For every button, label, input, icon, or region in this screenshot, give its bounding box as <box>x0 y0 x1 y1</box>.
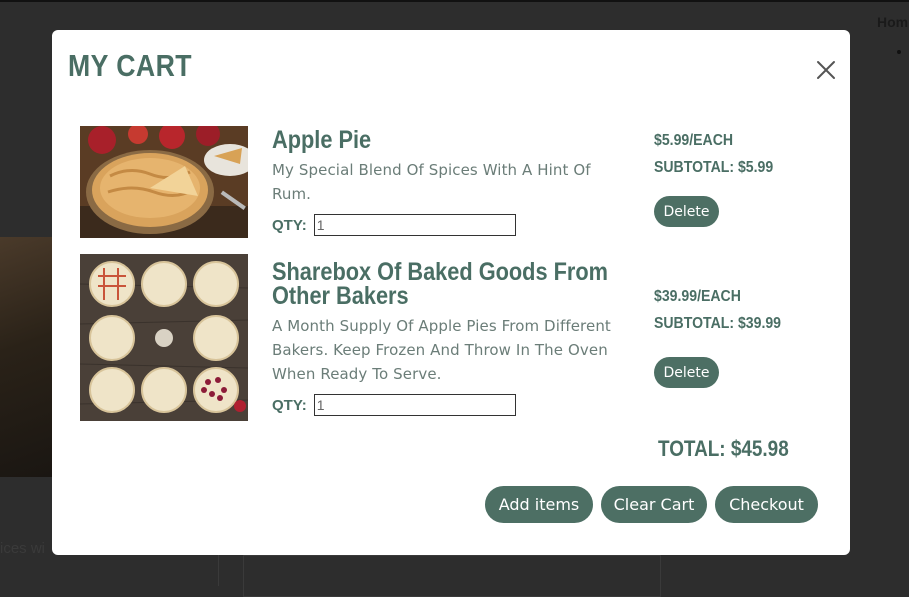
background-nav-bullet <box>897 50 901 54</box>
item-subtotal: SUBTOTAL: $39.99 <box>654 315 782 332</box>
checkout-button[interactable]: Checkout <box>715 486 818 523</box>
item-image-sharebox <box>80 254 248 421</box>
item-image-apple-pie <box>80 126 248 238</box>
item-name: Apple Pie <box>272 126 372 154</box>
cart-modal: MY CART Apple Pie My Special Blend Of Sp… <box>52 30 850 555</box>
background-nav-link: Hom <box>877 14 909 30</box>
qty-row: QTY: <box>272 394 516 416</box>
qty-row: QTY: <box>272 214 516 236</box>
item-description: My Special Blend Of Spices With A Hint O… <box>272 161 591 203</box>
background-divider <box>218 555 219 586</box>
add-items-button[interactable]: Add items <box>485 486 593 523</box>
price-each: $5.99/EACH <box>654 132 734 149</box>
cart-item: Apple Pie My Special Blend Of Spices Wit… <box>52 125 850 240</box>
delete-button[interactable]: Delete <box>654 196 719 227</box>
delete-button[interactable]: Delete <box>654 357 719 388</box>
item-subtotal: SUBTOTAL: $5.99 <box>654 159 774 176</box>
item-description: A Month Supply Of Apple Pies From Differ… <box>272 317 611 383</box>
cart-item: Sharebox Of Baked Goods From Other Baker… <box>52 254 850 424</box>
price-each: $39.99/EACH <box>654 288 741 305</box>
item-name: Sharebox Of Baked Goods From Other Baker… <box>272 258 608 310</box>
qty-label: QTY: <box>272 216 307 234</box>
clear-cart-button[interactable]: Clear Cart <box>601 486 707 523</box>
close-button[interactable] <box>814 58 838 82</box>
qty-input[interactable] <box>313 394 516 416</box>
qty-label: QTY: <box>272 396 307 414</box>
qty-input[interactable] <box>313 214 516 236</box>
background-text: ices wi <box>0 540 46 557</box>
background-hero-image <box>0 237 52 477</box>
modal-title: MY CART <box>68 48 192 83</box>
background-card <box>243 555 661 597</box>
background-top-bar <box>0 0 909 2</box>
close-icon <box>817 61 835 79</box>
cart-total: TOTAL: $45.98 <box>658 436 789 461</box>
